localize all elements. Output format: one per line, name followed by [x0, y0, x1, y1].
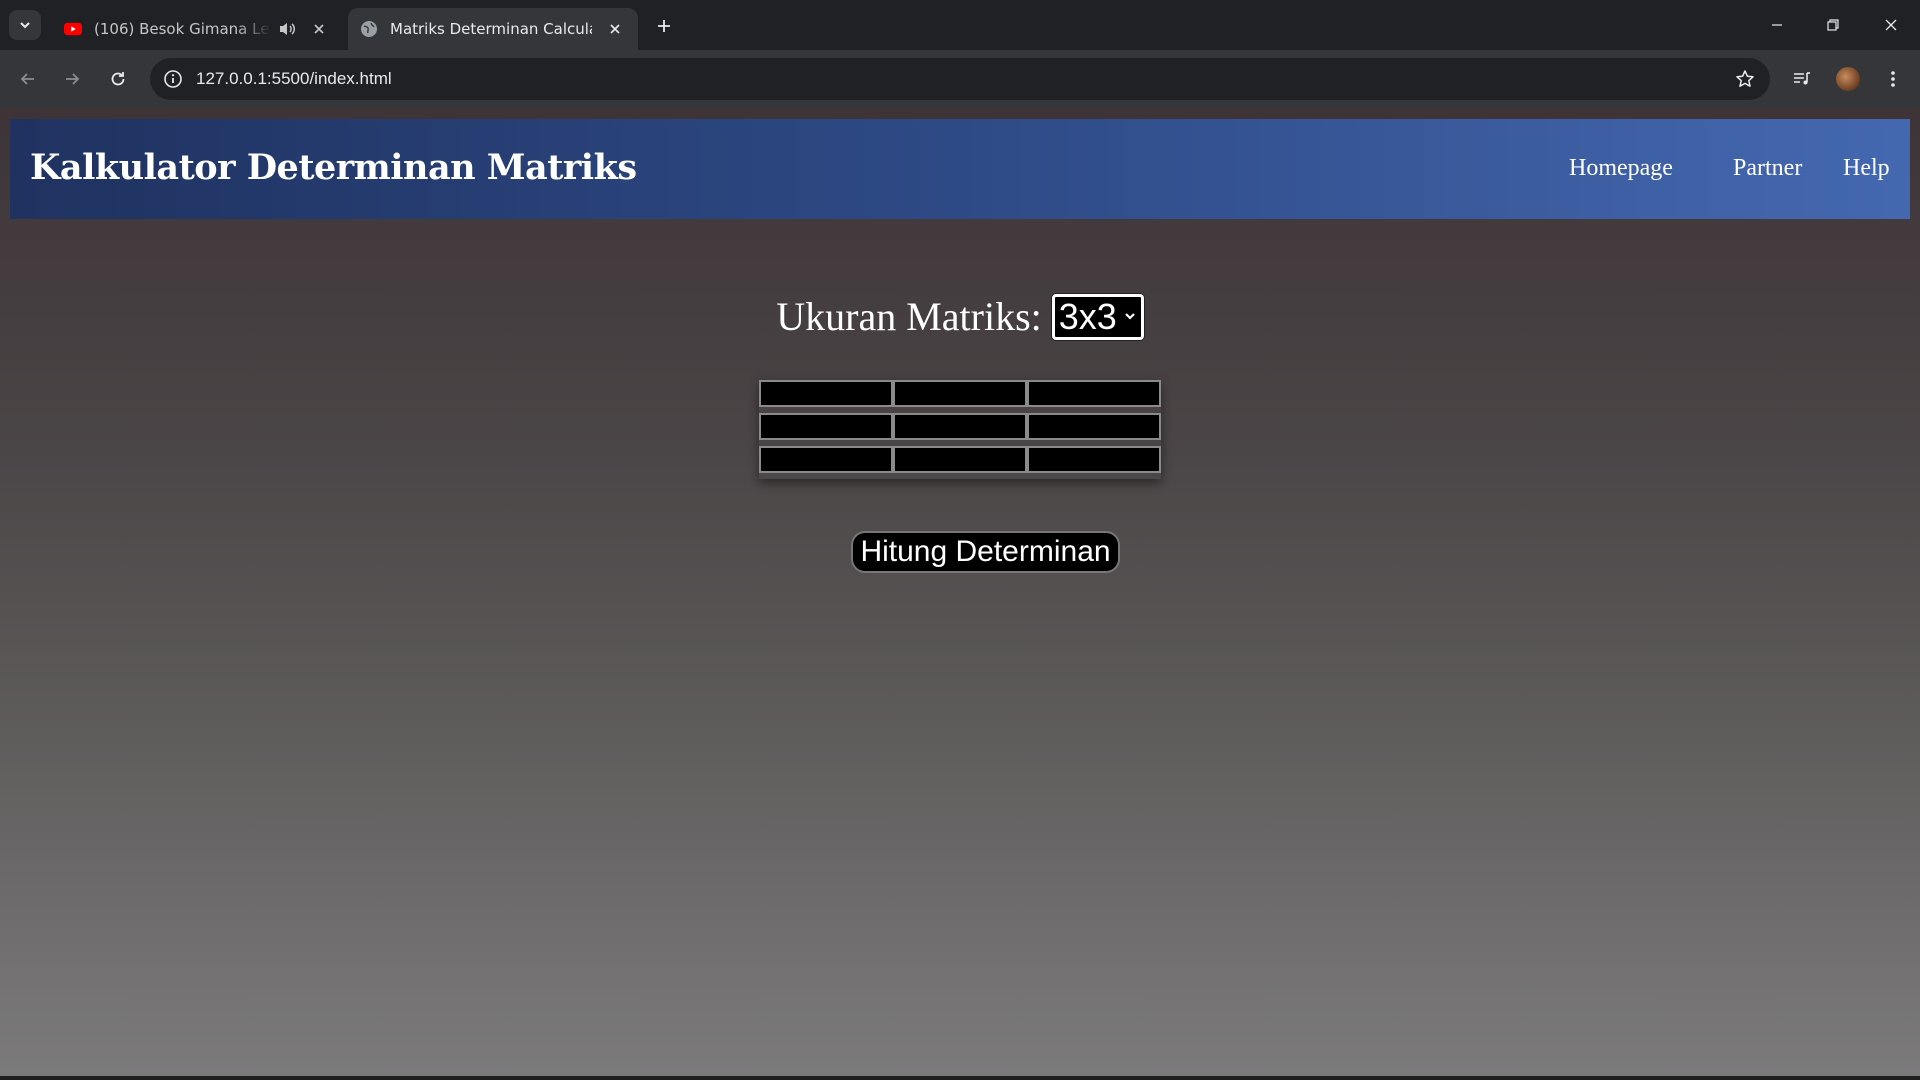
info-icon[interactable]	[162, 68, 184, 90]
restore-button[interactable]	[1813, 10, 1853, 40]
tab-calculator[interactable]: Matriks Determinan Calculator	[348, 8, 638, 50]
matrix-size-value: 3x3	[1058, 295, 1117, 337]
nav-homepage[interactable]: Homepage	[1569, 155, 1673, 182]
arrow-left-icon	[20, 73, 34, 85]
matrix-size-label: Ukuran Matriks:	[776, 294, 1042, 339]
matrix-cell-r1c2[interactable]	[893, 380, 1027, 407]
matrix-cell-r3c3[interactable]	[1027, 446, 1161, 473]
matrix-cell-r1c3[interactable]	[1027, 380, 1161, 407]
matrix-cell-r3c2[interactable]	[893, 446, 1027, 473]
matrix-size-select[interactable]: 3x3	[1051, 293, 1144, 340]
site-header: Kalkulator Determinan Matriks Homepage P…	[10, 119, 1910, 219]
reload-icon	[111, 72, 125, 86]
minimize-icon	[1772, 24, 1782, 26]
media-controls-button[interactable]	[1787, 64, 1817, 94]
close-window-button[interactable]	[1871, 10, 1911, 40]
url-text: 127.0.0.1:5500/index.html	[196, 69, 392, 88]
page-title: Kalkulator Determinan Matriks	[30, 147, 637, 188]
bookmark-star-icon[interactable]	[1734, 68, 1756, 90]
forward-button[interactable]	[57, 64, 87, 94]
nav-help[interactable]: Help	[1843, 155, 1890, 182]
matrix-cell-r1c1[interactable]	[759, 380, 893, 407]
window-bottom-edge	[0, 1076, 1920, 1080]
matrix-input-grid	[759, 380, 1161, 479]
address-bar[interactable]: 127.0.0.1:5500/index.html	[150, 58, 1770, 100]
menu-button[interactable]	[1878, 64, 1908, 94]
matrix-cell-r2c1[interactable]	[759, 413, 893, 440]
avatar	[1836, 67, 1860, 91]
chevron-down-icon	[20, 22, 30, 29]
profile-button[interactable]	[1833, 64, 1863, 94]
youtube-icon	[64, 20, 82, 38]
restore-icon	[1827, 19, 1839, 31]
plus-icon	[658, 20, 670, 32]
more-vertical-icon	[1891, 71, 1895, 87]
page-viewport: Kalkulator Determinan Matriks Homepage P…	[0, 108, 1920, 1076]
chevron-down-icon	[1124, 312, 1135, 320]
tab-title: (106) Besok Gimana Le? - Yo	[94, 20, 272, 38]
speaker-icon[interactable]	[278, 21, 296, 37]
new-tab-button[interactable]	[652, 14, 676, 38]
tab-title: Matriks Determinan Calculator	[390, 20, 592, 38]
matrix-size-row: Ukuran Matriks: 3x3	[0, 293, 1920, 340]
queue-music-icon	[1794, 72, 1810, 85]
globe-icon	[360, 20, 378, 38]
tab-close-icon[interactable]	[606, 20, 624, 38]
matrix-cell-r3c1[interactable]	[759, 446, 893, 473]
reload-button[interactable]	[103, 64, 133, 94]
browser-toolbar: 127.0.0.1:5500/index.html	[0, 50, 1920, 108]
minimize-button[interactable]	[1757, 10, 1797, 40]
tab-youtube[interactable]: (106) Besok Gimana Le? - Yo	[52, 8, 342, 50]
tab-search-button[interactable]	[9, 10, 41, 40]
tab-close-icon[interactable]	[310, 20, 328, 38]
nav-partner[interactable]: Partner	[1733, 155, 1802, 182]
matrix-cell-r2c2[interactable]	[893, 413, 1027, 440]
arrow-right-icon	[66, 73, 80, 85]
close-icon	[1885, 19, 1897, 31]
matrix-cell-r2c3[interactable]	[1027, 413, 1161, 440]
browser-tabstrip: (106) Besok Gimana Le? - Yo Matriks Dete…	[0, 0, 1920, 50]
back-button[interactable]	[13, 64, 43, 94]
calculate-determinant-button[interactable]: Hitung Determinan	[851, 531, 1120, 573]
